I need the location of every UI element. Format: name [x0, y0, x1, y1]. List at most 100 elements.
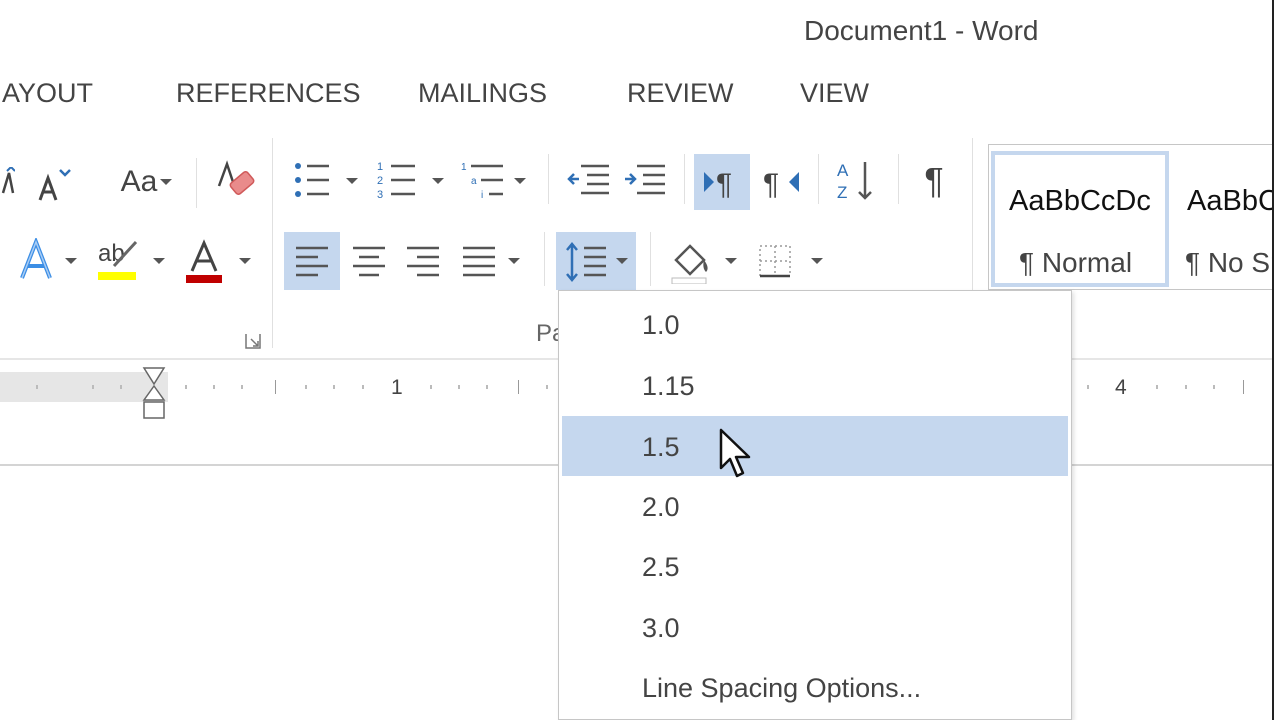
ruler-tick — [305, 385, 307, 389]
increase-indent-icon[interactable] — [622, 160, 668, 200]
style-name: ¶ No Sp — [1185, 247, 1279, 278]
ruler-tick — [185, 385, 187, 389]
ruler-tick — [275, 380, 276, 394]
menu-item-label: 3.0 — [642, 613, 680, 643]
shading-icon[interactable] — [666, 232, 716, 290]
bullets-dropdown-icon[interactable] — [346, 178, 358, 184]
multilevel-list-dropdown-icon[interactable] — [514, 178, 526, 184]
ruler-tick — [430, 385, 432, 389]
ruler-tick — [120, 385, 122, 389]
align-left-button[interactable] — [284, 232, 340, 290]
align-right-icon[interactable] — [398, 232, 448, 290]
style-no-spacing[interactable]: AaBbC ¶ No Sp — [1175, 151, 1279, 287]
style-normal[interactable]: AaBbCcDc ¶ Normal — [991, 151, 1169, 287]
font-color-button[interactable] — [180, 236, 228, 286]
menu-item-label: 1.5 — [642, 432, 680, 462]
separator — [818, 154, 819, 204]
text-effects-dropdown-icon[interactable] — [65, 258, 77, 264]
show-hide-formatting-icon[interactable]: ¶ — [912, 156, 956, 206]
numbering-icon[interactable]: 1 2 3 — [376, 158, 418, 202]
text-highlight-dropdown-icon[interactable] — [153, 258, 165, 264]
align-center-icon[interactable] — [344, 232, 394, 290]
svg-text:A: A — [837, 161, 849, 180]
line-spacing-option-2-5[interactable]: 2.5 — [562, 536, 1068, 596]
font-dialog-launcher-icon[interactable] — [244, 332, 262, 350]
title-bar: Document1 - Word — [0, 0, 1280, 60]
shading-dropdown-icon[interactable] — [725, 258, 737, 264]
line-spacing-option-3-0[interactable]: 3.0 — [562, 597, 1068, 657]
svg-text:i: i — [481, 190, 483, 200]
line-spacing-button[interactable] — [556, 232, 636, 290]
justify-icon[interactable] — [454, 232, 504, 290]
right-to-left-icon[interactable]: ¶ — [758, 154, 804, 210]
menu-item-label: 1.0 — [642, 310, 680, 340]
style-sample: AaBbC — [1187, 185, 1279, 217]
svg-text:3: 3 — [377, 189, 383, 200]
ruler-tick — [213, 385, 215, 389]
svg-text:¶: ¶ — [763, 168, 779, 200]
line-spacing-options-item[interactable]: Line Spacing Options... — [562, 657, 1068, 717]
ruler-tick — [486, 385, 488, 389]
indent-marker-icon[interactable] — [142, 366, 166, 420]
menu-item-label: Line Spacing Options... — [642, 673, 922, 703]
tab-layout[interactable]: AYOUT — [2, 78, 93, 109]
tab-review[interactable]: REVIEW — [627, 78, 734, 109]
font-color-dropdown-icon[interactable] — [239, 258, 251, 264]
highlight-color-swatch — [98, 272, 136, 280]
line-spacing-dropdown-icon — [616, 258, 628, 264]
ruler-tick — [1243, 380, 1244, 394]
left-to-right-button[interactable]: ¶ — [694, 154, 750, 210]
styles-gallery: AaBbCcDc ¶ Normal AaBbC ¶ No Sp — [988, 144, 1280, 290]
change-case-button[interactable]: Aa — [104, 162, 174, 202]
ruler-tick — [1087, 385, 1089, 389]
line-spacing-menu: 1.0 1.15 1.5 2.0 2.5 3.0 Line Spacing Op… — [558, 290, 1072, 720]
svg-text:2: 2 — [377, 175, 383, 187]
borders-icon[interactable] — [752, 232, 798, 290]
ruler-tick — [333, 385, 335, 389]
separator — [272, 138, 273, 348]
text-effects-icon[interactable] — [12, 236, 60, 284]
separator — [544, 232, 545, 286]
ruler-tick — [1185, 385, 1187, 389]
line-spacing-option-1-0[interactable]: 1.0 — [562, 294, 1068, 354]
window-edge — [1272, 0, 1280, 720]
sort-icon[interactable]: AZ — [834, 156, 880, 206]
ruler-tick — [458, 385, 460, 389]
ruler-tick — [92, 385, 94, 389]
separator — [684, 154, 685, 204]
change-case-label: Aa — [120, 165, 158, 198]
text-highlight-button[interactable]: ab — [94, 236, 144, 286]
ruler-tick — [1156, 385, 1158, 389]
ruler-tick — [1213, 385, 1215, 389]
ruler-number: 1 — [391, 376, 403, 399]
pilcrow-glyph: ¶ — [924, 160, 944, 201]
decrease-indent-icon[interactable] — [566, 160, 612, 200]
line-spacing-option-2-0[interactable]: 2.0 — [562, 476, 1068, 536]
line-spacing-option-1-5[interactable]: 1.5 — [562, 416, 1068, 476]
menu-item-label: 1.15 — [642, 371, 695, 401]
style-name: ¶ Normal — [1019, 247, 1133, 278]
borders-dropdown-icon[interactable] — [811, 258, 823, 264]
ruler-tick — [546, 385, 548, 389]
line-spacing-option-1-15[interactable]: 1.15 — [562, 355, 1068, 415]
tab-mailings[interactable]: MAILINGS — [418, 78, 547, 109]
mouse-pointer-icon — [719, 428, 753, 480]
svg-text:1: 1 — [461, 162, 467, 173]
svg-text:Z: Z — [837, 183, 847, 202]
separator — [196, 158, 197, 208]
separator — [548, 154, 549, 204]
tab-references[interactable]: REFERENCES — [176, 78, 361, 109]
numbering-dropdown-icon[interactable] — [432, 178, 444, 184]
clear-formatting-icon[interactable] — [212, 160, 258, 204]
tab-view[interactable]: VIEW — [800, 78, 869, 109]
justify-dropdown-icon[interactable] — [508, 258, 520, 264]
shrink-font-icon[interactable] — [34, 162, 74, 206]
grow-font-icon[interactable] — [0, 162, 16, 202]
ruler-tick — [241, 385, 243, 389]
ruler-number: 4 — [1115, 376, 1127, 399]
multilevel-list-icon[interactable]: 1ai — [460, 158, 506, 202]
ruler-tick — [36, 385, 38, 389]
bullets-icon[interactable] — [292, 158, 332, 202]
ruler-tick — [518, 380, 519, 394]
menu-item-label: 2.0 — [642, 492, 680, 522]
